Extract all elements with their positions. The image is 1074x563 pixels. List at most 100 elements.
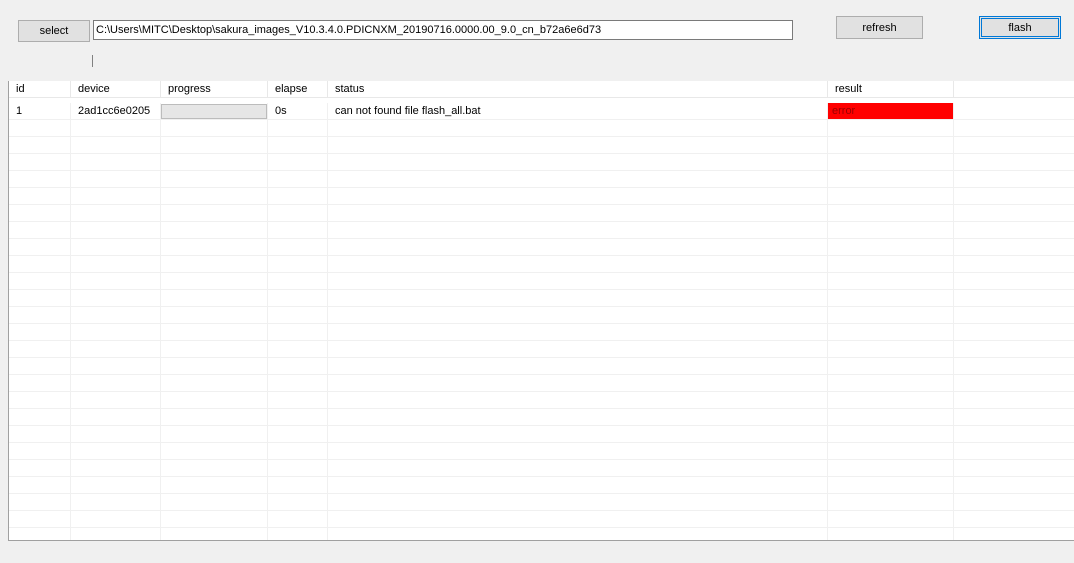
empty-cell (954, 460, 1074, 477)
column-header-device[interactable]: device (71, 81, 161, 98)
empty-cell (954, 324, 1074, 341)
empty-cell (328, 375, 828, 392)
empty-cell (161, 120, 268, 137)
device-table[interactable]: id device progress elapse status result … (8, 81, 1074, 541)
empty-cell (828, 460, 954, 477)
empty-cell (328, 426, 828, 443)
empty-cell (954, 409, 1074, 426)
table-row[interactable]: 1 2ad1cc6e0205 0s can not found file fla… (9, 103, 1074, 120)
empty-cell (828, 392, 954, 409)
empty-row (9, 137, 1074, 154)
empty-cell (268, 171, 328, 188)
empty-cell (161, 205, 268, 222)
empty-cell (828, 494, 954, 511)
column-header-result[interactable]: result (828, 81, 954, 98)
empty-cell (954, 188, 1074, 205)
empty-cell (161, 443, 268, 460)
empty-cell (161, 307, 268, 324)
empty-cell (9, 324, 71, 341)
column-header-status[interactable]: status (328, 81, 828, 98)
empty-cell (9, 511, 71, 528)
empty-cell (268, 494, 328, 511)
empty-cell (328, 120, 828, 137)
empty-cell (828, 341, 954, 358)
empty-row (9, 256, 1074, 273)
empty-cell (71, 137, 161, 154)
empty-cell (161, 222, 268, 239)
empty-cell (268, 426, 328, 443)
empty-cell (268, 120, 328, 137)
empty-cell (9, 154, 71, 171)
empty-cell (328, 511, 828, 528)
empty-cell (71, 511, 161, 528)
empty-cell (9, 239, 71, 256)
empty-cell (268, 290, 328, 307)
empty-cell (71, 494, 161, 511)
empty-cell (268, 256, 328, 273)
empty-row (9, 307, 1074, 324)
empty-cell (9, 443, 71, 460)
empty-cell (9, 341, 71, 358)
empty-cell (9, 494, 71, 511)
empty-cell (268, 409, 328, 426)
empty-cell (954, 273, 1074, 290)
empty-cell (828, 528, 954, 540)
empty-cell (9, 528, 71, 540)
flash-button[interactable]: flash (979, 16, 1061, 39)
column-header-progress[interactable]: progress (161, 81, 268, 98)
empty-cell (328, 341, 828, 358)
empty-cell (71, 120, 161, 137)
empty-cell (71, 273, 161, 290)
empty-cell (828, 375, 954, 392)
empty-row (9, 443, 1074, 460)
empty-row (9, 528, 1074, 540)
empty-cell (268, 528, 328, 540)
empty-cell (828, 205, 954, 222)
empty-cell (954, 528, 1074, 540)
empty-row (9, 120, 1074, 137)
empty-cell (161, 409, 268, 426)
empty-cell (328, 392, 828, 409)
select-button[interactable]: select (18, 20, 90, 42)
path-input[interactable]: C:\Users\MITC\Desktop\sakura_images_V10.… (93, 20, 793, 40)
empty-cell (328, 273, 828, 290)
empty-cell (828, 256, 954, 273)
empty-cell (161, 171, 268, 188)
empty-row (9, 154, 1074, 171)
empty-cell (9, 120, 71, 137)
empty-cell (328, 307, 828, 324)
empty-cell (161, 324, 268, 341)
empty-cell (268, 477, 328, 494)
empty-cell (9, 137, 71, 154)
empty-cell (328, 477, 828, 494)
empty-cell (9, 358, 71, 375)
empty-cell (828, 477, 954, 494)
empty-cell (161, 239, 268, 256)
empty-row (9, 460, 1074, 477)
empty-cell (954, 290, 1074, 307)
empty-cell (328, 222, 828, 239)
empty-cell (268, 375, 328, 392)
cell-status: can not found file flash_all.bat (328, 103, 828, 120)
empty-cell (71, 477, 161, 494)
empty-cell (328, 171, 828, 188)
empty-cell (161, 188, 268, 205)
empty-cell (71, 188, 161, 205)
empty-cell (268, 239, 328, 256)
refresh-button[interactable]: refresh (836, 16, 923, 39)
empty-cell (328, 494, 828, 511)
empty-cell (161, 256, 268, 273)
empty-cell (954, 239, 1074, 256)
column-header-id[interactable]: id (9, 81, 71, 98)
empty-cell (9, 375, 71, 392)
empty-cell (954, 154, 1074, 171)
empty-cell (828, 307, 954, 324)
empty-cell (328, 528, 828, 540)
empty-cell (954, 358, 1074, 375)
empty-cell (161, 494, 268, 511)
column-header-elapse[interactable]: elapse (268, 81, 328, 98)
empty-cell (328, 154, 828, 171)
empty-cell (9, 188, 71, 205)
empty-cell (268, 460, 328, 477)
empty-cell (9, 426, 71, 443)
